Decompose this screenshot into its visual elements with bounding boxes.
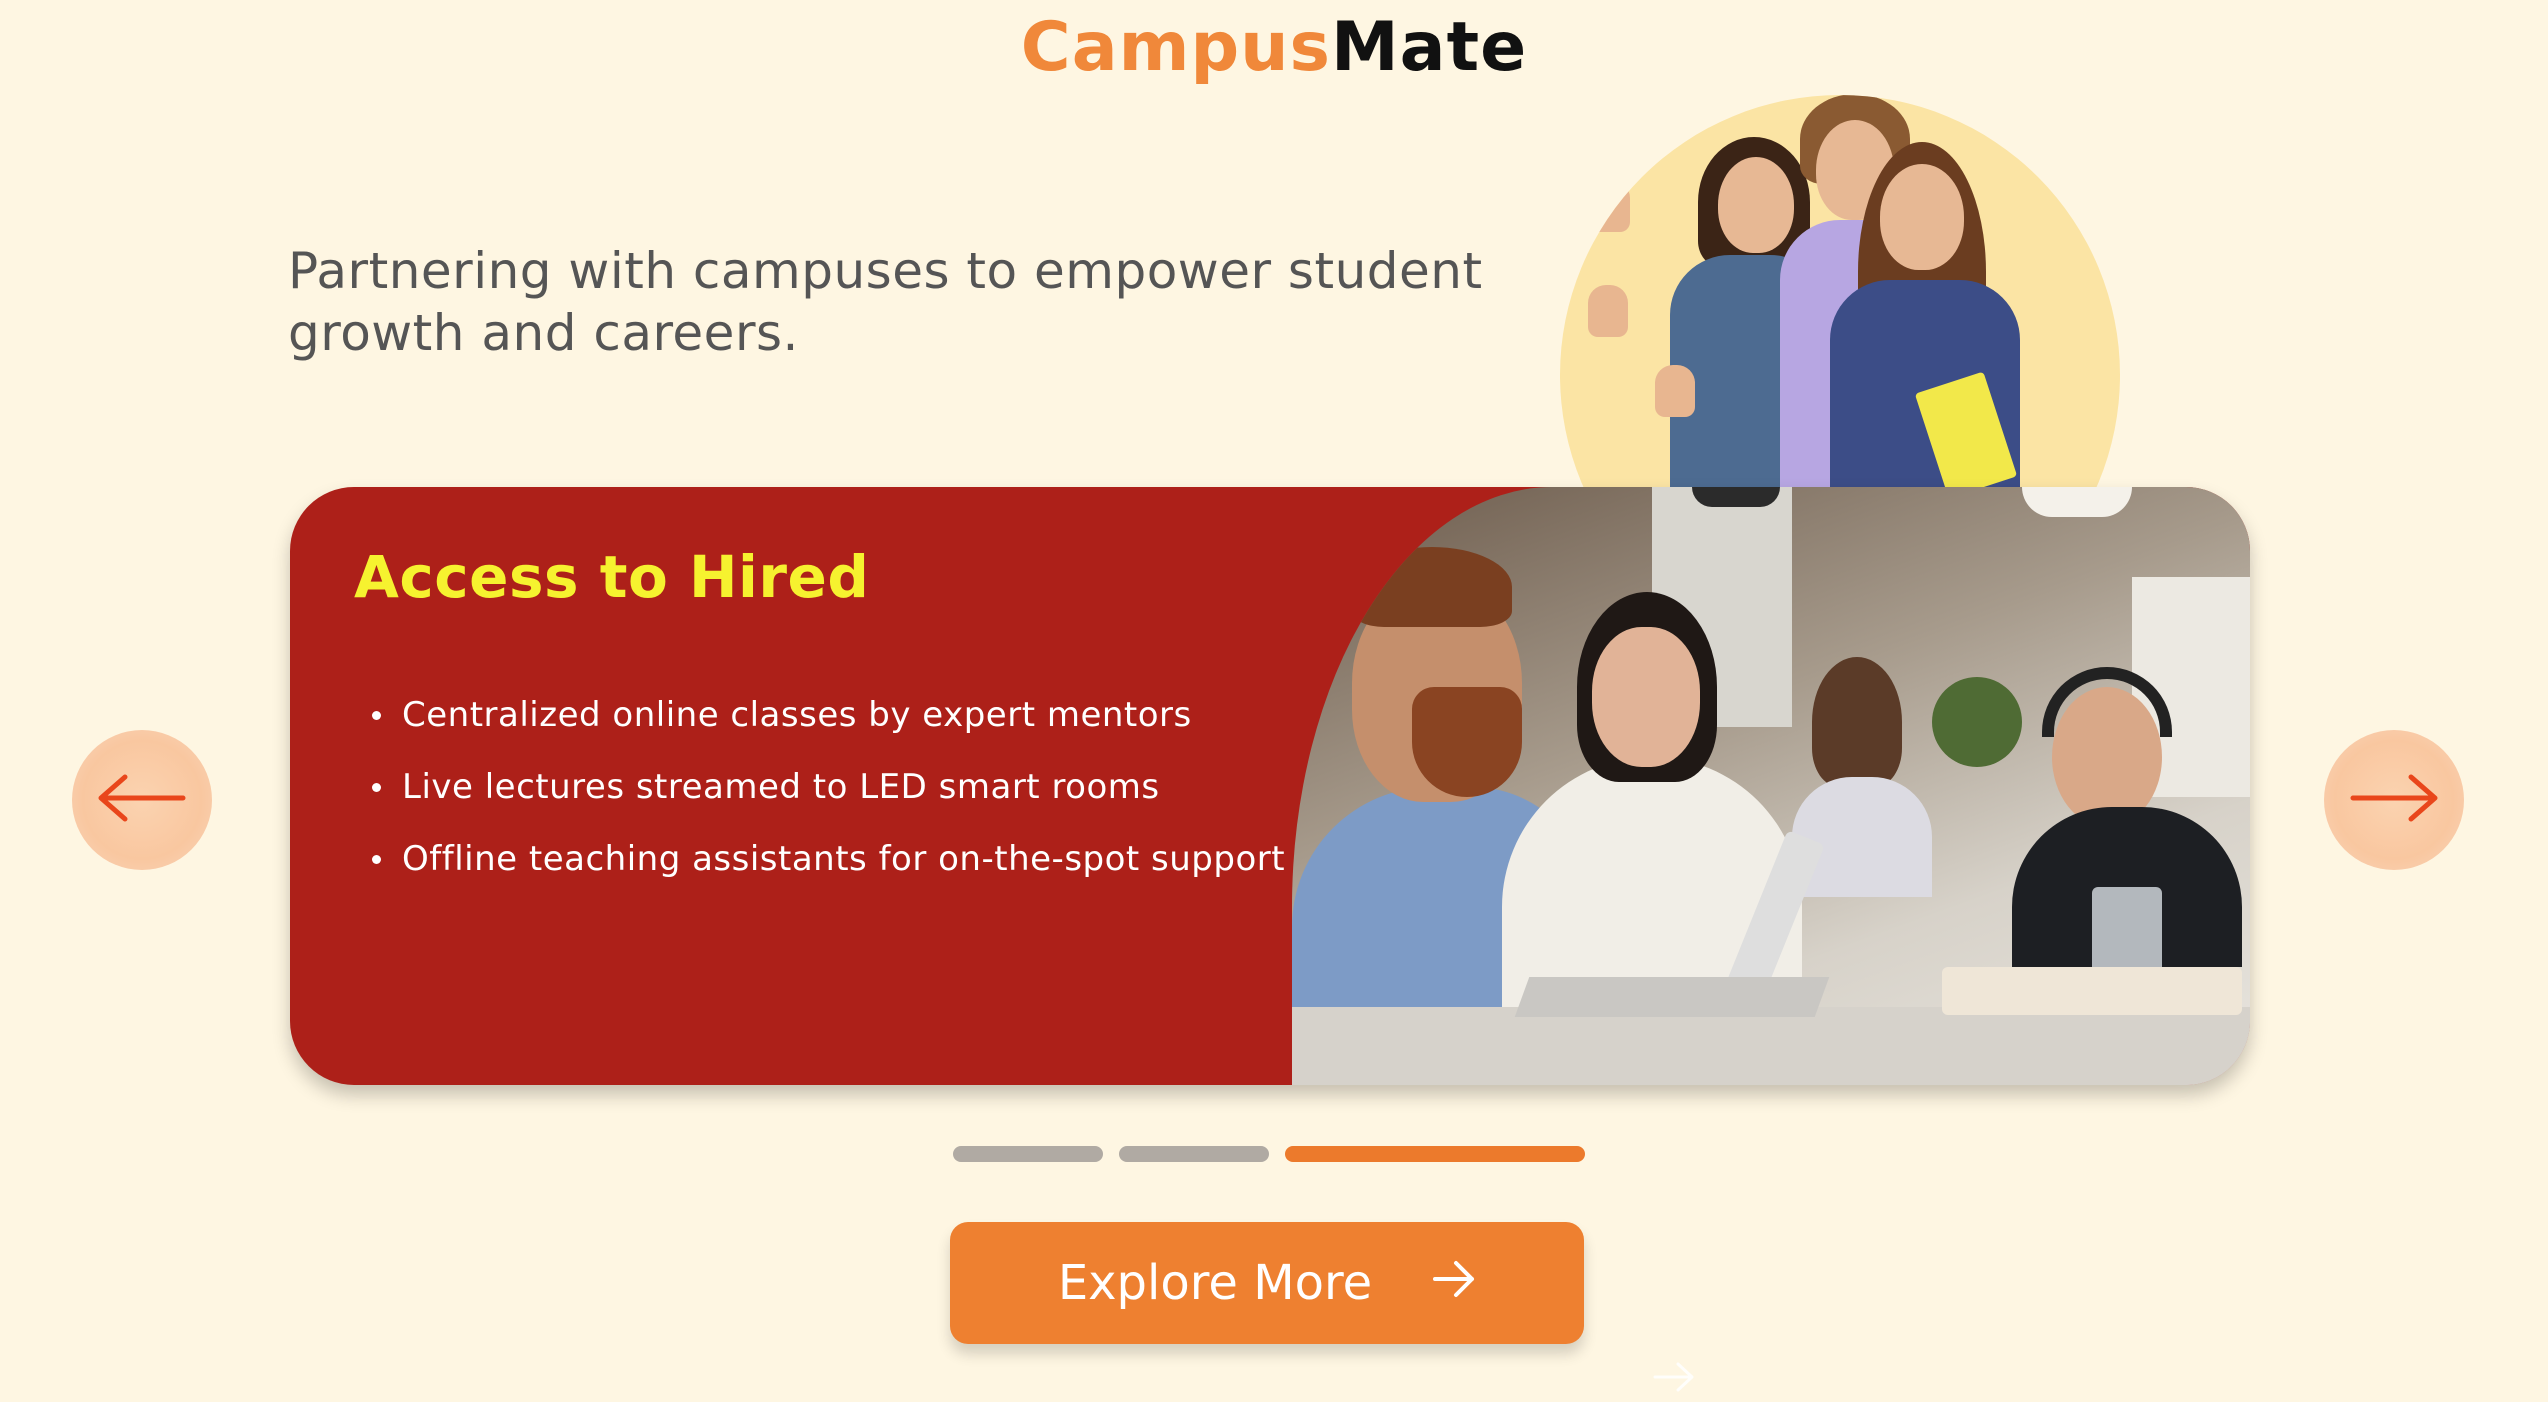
landing-page: CampusMate Partnering with campuses to e…: [0, 0, 2548, 1402]
slide-bullet: Centralized online classes by expert men…: [372, 679, 1285, 751]
explore-more-button[interactable]: Explore More: [950, 1222, 1584, 1344]
brand-mate: Mate: [1331, 8, 1528, 87]
slide-title: Access to Hired: [354, 543, 870, 611]
slide-bullet-list: Centralized online classes by expert men…: [372, 679, 1285, 895]
carousel-next-button[interactable]: [2324, 730, 2464, 870]
carousel-pagination: [953, 1146, 1585, 1162]
explore-more-label: Explore More: [1057, 1255, 1373, 1311]
carousel-prev-button[interactable]: [72, 730, 212, 870]
arrow-right-icon: [2349, 773, 2439, 827]
faint-arrow-icon: [1652, 1360, 1696, 1398]
carousel-dot[interactable]: [1119, 1146, 1269, 1162]
brand-campus: Campus: [1020, 8, 1332, 87]
feature-slide-card: Access to Hired Centralized online class…: [290, 487, 2250, 1085]
tagline: Partnering with campuses to empower stud…: [288, 242, 1483, 362]
arrow-right-icon: [1432, 1255, 1476, 1311]
brand-logo[interactable]: CampusMate: [0, 8, 2548, 87]
classroom-photo: [1292, 487, 2250, 1085]
slide-bullet: Live lectures streamed to LED smart room…: [372, 751, 1285, 823]
slide-content: Access to Hired Centralized online class…: [290, 487, 1290, 1085]
carousel-dot-active[interactable]: [1285, 1146, 1585, 1162]
slide-bullet: Offline teaching assistants for on-the-s…: [372, 823, 1285, 895]
arrow-left-icon: [97, 773, 187, 827]
carousel-dot[interactable]: [953, 1146, 1103, 1162]
